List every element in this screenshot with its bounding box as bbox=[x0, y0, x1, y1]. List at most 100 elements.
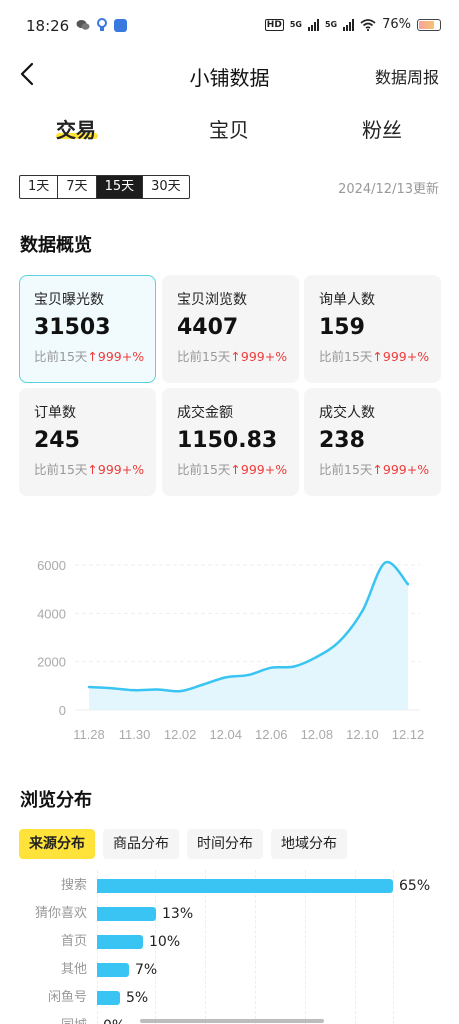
trend-chart[interactable]: 0 2000 4000 6000 11.28 11.30 12.02 12.04 12.06 12… bbox=[0, 540, 459, 755]
status-right: HD 5G 5G 76% bbox=[264, 17, 441, 32]
stat-value: 245 bbox=[34, 428, 80, 453]
x-tick-label: 12.06 bbox=[255, 727, 288, 742]
signal-icon-2 bbox=[343, 18, 355, 31]
data-point bbox=[133, 688, 136, 692]
notification-icons bbox=[76, 18, 127, 32]
up-arrow-icon: ↑ bbox=[230, 349, 241, 364]
stat-label: 询单人数 bbox=[319, 292, 375, 308]
stat-change: 999+% bbox=[382, 349, 430, 364]
scrollbar[interactable] bbox=[140, 1019, 324, 1023]
wechat-icon bbox=[76, 20, 90, 30]
x-tick-label: 12.08 bbox=[301, 727, 334, 742]
y-tick-label: 6000 bbox=[37, 558, 66, 573]
x-tick-label: 12.02 bbox=[164, 727, 197, 742]
status-bar: 18:26 HD 5G 5G 76% bbox=[0, 0, 459, 54]
y-tick-label: 2000 bbox=[37, 655, 66, 670]
battery-percent: 76% bbox=[382, 17, 411, 32]
x-tick-label: 12.10 bbox=[346, 727, 379, 742]
stat-label: 成交人数 bbox=[319, 405, 375, 421]
stat-value: 31503 bbox=[34, 315, 111, 340]
x-tick-label: 12.04 bbox=[209, 727, 242, 742]
app-notify-icon bbox=[97, 18, 107, 31]
distribution-bar bbox=[97, 963, 129, 977]
stat-compare: 比前15天↑999+% bbox=[177, 346, 299, 365]
data-point bbox=[178, 689, 182, 693]
tab-items[interactable]: 宝贝 bbox=[209, 114, 249, 143]
period-7-days[interactable]: 7天 bbox=[58, 176, 97, 198]
distribution-value: 13% bbox=[162, 906, 194, 922]
distribution-label: 其他 bbox=[60, 962, 87, 977]
stat-compare-label: 比前15天 bbox=[319, 349, 373, 364]
y-tick-label: 0 bbox=[59, 703, 66, 718]
stat-label: 订单数 bbox=[34, 405, 76, 421]
distribution-label: 首页 bbox=[60, 934, 87, 949]
subtab-product[interactable]: 商品分布 bbox=[103, 829, 179, 859]
data-point bbox=[384, 561, 387, 564]
data-point bbox=[270, 666, 273, 669]
period-15-days[interactable]: 15天 bbox=[96, 176, 144, 198]
stat-label: 宝贝浏览数 bbox=[177, 292, 247, 308]
stat-change: 999+% bbox=[240, 349, 288, 364]
stat-card-inquiries[interactable]: 询单人数 159 比前15天↑999+% bbox=[304, 275, 441, 383]
period-selector: 1天 7天 15天 30天 bbox=[19, 175, 190, 199]
stat-label: 成交金额 bbox=[177, 405, 233, 421]
stat-compare-label: 比前15天 bbox=[177, 462, 231, 477]
weekly-report-link[interactable]: 数据周报 bbox=[375, 64, 439, 88]
distribution-row: 其他 7% bbox=[0, 960, 459, 980]
stat-card-exposure[interactable]: 宝贝曝光数 31503 比前15天↑999+% bbox=[19, 275, 156, 383]
stat-card-gmv[interactable]: 成交金额 1150.83 比前15天↑999+% bbox=[162, 388, 299, 496]
up-arrow-icon: ↑ bbox=[87, 349, 98, 364]
stat-compare: 比前15天↑999+% bbox=[319, 459, 441, 478]
distribution-bar bbox=[97, 879, 393, 893]
x-tick-label: 12.12 bbox=[392, 727, 425, 742]
overview-title: 数据概览 bbox=[20, 235, 92, 256]
distribution-label: 同城 bbox=[61, 1016, 87, 1024]
browse-subtabs: 来源分布 商品分布 时间分布 地域分布 bbox=[19, 829, 347, 859]
distribution-row: 闲鱼号 5% bbox=[0, 988, 459, 1008]
area-fill bbox=[89, 562, 408, 710]
data-point bbox=[110, 687, 113, 690]
tab-fans[interactable]: 粉丝 bbox=[362, 114, 402, 143]
distribution-value: 7% bbox=[135, 962, 158, 978]
stat-compare-label: 比前15天 bbox=[319, 462, 373, 477]
app-badge-icon bbox=[114, 18, 127, 32]
subtab-time[interactable]: 时间分布 bbox=[187, 829, 263, 859]
stat-card-views[interactable]: 宝贝浏览数 4407 比前15天↑999+% bbox=[162, 275, 299, 383]
stat-compare: 比前15天↑999+% bbox=[34, 346, 155, 365]
distribution-row: 搜索 65% bbox=[0, 876, 459, 896]
period-30-days[interactable]: 30天 bbox=[143, 176, 189, 198]
stat-value: 1150.83 bbox=[177, 428, 278, 453]
stat-compare: 比前15天↑999+% bbox=[34, 459, 156, 478]
distribution-value: 0% bbox=[103, 1016, 125, 1024]
stat-compare: 比前15天↑999+% bbox=[177, 459, 299, 478]
data-point bbox=[406, 583, 410, 586]
distribution-value: 5% bbox=[126, 990, 149, 1006]
stat-value: 4407 bbox=[177, 315, 239, 340]
stat-card-buyers[interactable]: 成交人数 238 比前15天↑999+% bbox=[304, 388, 441, 496]
stat-value: 159 bbox=[319, 315, 365, 340]
battery-icon bbox=[417, 18, 441, 31]
period-1-day[interactable]: 1天 bbox=[20, 176, 59, 198]
stat-compare: 比前15天↑999+% bbox=[319, 346, 441, 365]
distribution-value: 10% bbox=[149, 934, 181, 950]
distribution-row: 猜你喜欢 13% bbox=[0, 904, 459, 924]
distribution-row: 首页 10% bbox=[0, 932, 459, 952]
updated-date: 2024/12/13更新 bbox=[338, 182, 439, 197]
signal-icon-1 bbox=[307, 18, 319, 31]
data-point bbox=[361, 609, 364, 613]
up-arrow-icon: ↑ bbox=[230, 462, 241, 477]
stat-change: 999+% bbox=[97, 349, 145, 364]
stat-compare-label: 比前15天 bbox=[34, 349, 88, 364]
x-tick-label: 11.28 bbox=[73, 727, 105, 742]
distribution-bar bbox=[97, 935, 143, 949]
subtab-source[interactable]: 来源分布 bbox=[19, 829, 95, 859]
subtab-region[interactable]: 地域分布 bbox=[271, 829, 347, 859]
data-point bbox=[201, 683, 205, 686]
distribution-label: 猜你喜欢 bbox=[34, 906, 87, 921]
data-point bbox=[338, 639, 341, 643]
browse-title: 浏览分布 bbox=[20, 790, 92, 811]
stat-card-orders[interactable]: 订单数 245 比前15天↑999+% bbox=[19, 388, 156, 496]
tab-trade[interactable]: 交易 bbox=[56, 114, 96, 143]
stat-compare-label: 比前15天 bbox=[34, 462, 88, 477]
distribution-value: 65% bbox=[399, 878, 431, 894]
